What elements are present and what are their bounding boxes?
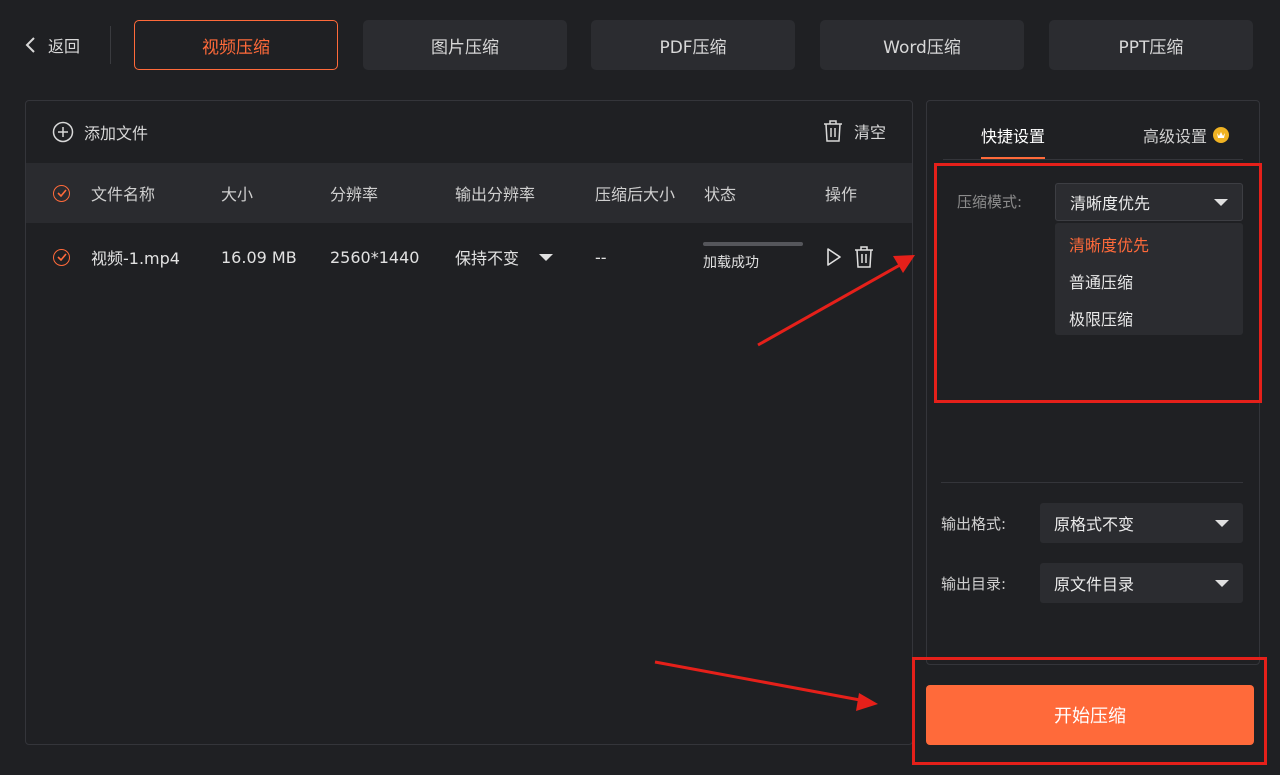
tab-underline xyxy=(943,159,1243,160)
output-dir-row: 输出目录: 原文件目录 xyxy=(941,563,1243,603)
output-format-value: 原格式不变 xyxy=(1054,515,1135,534)
caret-down-icon xyxy=(1215,579,1229,587)
check-circle-icon xyxy=(53,248,70,266)
back-label: 返回 xyxy=(48,37,81,56)
caret-down-icon xyxy=(1215,519,1229,527)
add-file-button[interactable]: 添加文件 xyxy=(52,120,148,144)
divider xyxy=(110,26,111,64)
tab-ppt-compress[interactable]: PPT压缩 xyxy=(1049,20,1253,70)
file-list-panel: 添加文件 清空 文件名称 大小 分辨率 输出分辨率 压缩后大小 状态 操作 视频… xyxy=(25,100,913,745)
clear-button[interactable]: 清空 xyxy=(822,119,886,143)
tab-word-compress[interactable]: Word压缩 xyxy=(820,20,1024,70)
column-header-actions: 操作 xyxy=(825,185,858,204)
mode-option-extreme[interactable]: 极限压缩 xyxy=(1055,299,1243,336)
output-resolution-value: 保持不变 xyxy=(455,249,520,268)
tab-advanced-settings-label: 高级设置 xyxy=(1143,127,1208,146)
output-resolution-select[interactable]: 保持不变 xyxy=(455,225,554,289)
compress-mode-value: 清晰度优先 xyxy=(1070,194,1151,213)
row-actions xyxy=(825,225,875,289)
tab-pdf-compress[interactable]: PDF压缩 xyxy=(591,20,795,70)
top-bar: 返回 视频压缩 图片压缩 PDF压缩 Word压缩 PPT压缩 xyxy=(0,0,1280,90)
column-header-name: 文件名称 xyxy=(91,185,156,204)
tab-video-compress[interactable]: 视频压缩 xyxy=(134,20,338,70)
trash-icon[interactable] xyxy=(853,245,875,269)
settings-panel: 快捷设置 高级设置 压缩模式: 清晰度优先 清晰度优先 普通压缩 极限压缩 输出… xyxy=(926,100,1260,665)
status-cell: 加载成功 xyxy=(703,225,803,289)
table-header: 文件名称 大小 分辨率 输出分辨率 压缩后大小 状态 操作 xyxy=(26,163,912,223)
back-button[interactable]: 返回 xyxy=(22,30,80,60)
column-header-output-resolution: 输出分辨率 xyxy=(455,185,536,204)
column-header-status: 状态 xyxy=(704,185,737,204)
output-format-select[interactable]: 原格式不变 xyxy=(1040,503,1243,543)
output-format-label: 输出格式: xyxy=(941,514,1007,533)
plus-circle-icon xyxy=(52,121,74,143)
column-header-compressed-size: 压缩后大小 xyxy=(595,185,676,204)
table-row: 视频-1.mp4 16.09 MB 2560*1440 保持不变 -- 加载成功 xyxy=(26,225,912,289)
file-resolution: 2560*1440 xyxy=(330,247,420,267)
select-all-checkbox[interactable] xyxy=(53,163,70,223)
tab-image-compress[interactable]: 图片压缩 xyxy=(363,20,567,70)
file-size: 16.09 MB xyxy=(221,247,297,267)
compress-mode-label: 压缩模式: xyxy=(957,192,1023,211)
add-file-label: 添加文件 xyxy=(84,124,149,143)
progress-bar xyxy=(703,242,803,246)
file-list-toolbar: 添加文件 清空 xyxy=(26,101,912,163)
mode-option-clarity[interactable]: 清晰度优先 xyxy=(1055,225,1243,262)
chevron-left-icon xyxy=(25,37,35,53)
progress-fill xyxy=(703,242,803,246)
compressed-size: -- xyxy=(595,247,607,267)
column-header-resolution: 分辨率 xyxy=(330,185,379,204)
play-icon[interactable] xyxy=(825,247,843,267)
compress-mode-dropdown: 清晰度优先 普通压缩 极限压缩 xyxy=(1055,223,1243,335)
caret-down-icon xyxy=(539,253,554,261)
tab-advanced-settings[interactable]: 高级设置 xyxy=(1143,115,1230,155)
output-dir-label: 输出目录: xyxy=(941,574,1007,593)
tab-quick-settings[interactable]: 快捷设置 xyxy=(981,115,1046,159)
compress-mode-select[interactable]: 清晰度优先 xyxy=(1055,183,1243,221)
compress-mode-row: 压缩模式: 清晰度优先 xyxy=(957,183,1247,221)
row-checkbox[interactable] xyxy=(53,225,70,289)
caret-down-icon xyxy=(1214,198,1228,206)
check-circle-icon xyxy=(53,184,70,202)
crown-badge-icon xyxy=(1213,127,1230,143)
output-format-row: 输出格式: 原格式不变 xyxy=(941,503,1243,543)
start-compress-button[interactable]: 开始压缩 xyxy=(926,685,1254,745)
settings-divider xyxy=(941,482,1243,483)
mode-option-normal[interactable]: 普通压缩 xyxy=(1055,262,1243,299)
tab-quick-settings-label: 快捷设置 xyxy=(981,127,1046,146)
output-dir-value: 原文件目录 xyxy=(1054,575,1135,594)
trash-icon xyxy=(823,120,842,142)
output-dir-select[interactable]: 原文件目录 xyxy=(1040,563,1243,603)
file-name: 视频-1.mp4 xyxy=(91,249,180,268)
clear-label: 清空 xyxy=(853,123,886,142)
status-text: 加载成功 xyxy=(703,255,759,271)
column-header-size: 大小 xyxy=(221,185,254,204)
